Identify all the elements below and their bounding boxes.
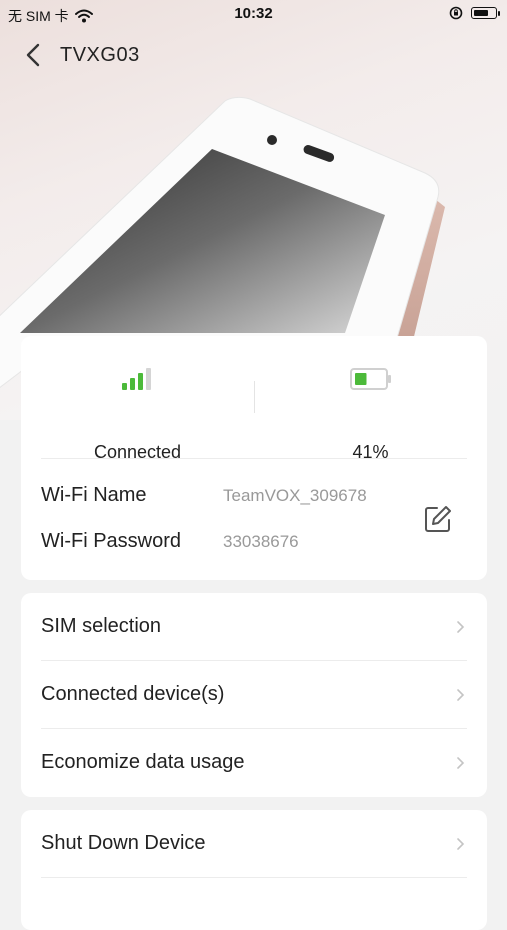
battery-label: 41% (352, 442, 389, 462)
chevron-right-icon (457, 757, 465, 769)
settings-menu: SIM selection Connected device(s) Econom… (21, 593, 487, 797)
orientation-lock-icon (449, 6, 463, 20)
page-title: TVXG03 (60, 44, 140, 66)
edit-icon (425, 506, 451, 532)
menu-item-shut-down[interactable]: Shut Down Device (21, 810, 487, 878)
chevron-right-icon (457, 621, 465, 633)
wifi-name-label: Wi-Fi Name (41, 484, 147, 506)
signal-bar (129, 378, 135, 390)
signal-bar (137, 373, 143, 390)
wifi-name-value: TeamVOX_309678 (223, 486, 367, 505)
wifi-password-label: Wi-Fi Password (41, 530, 182, 552)
signal-bar (145, 368, 151, 390)
back-button[interactable] (18, 40, 48, 70)
battery-icon (471, 7, 500, 19)
connection-status: Connected (21, 366, 254, 462)
nav-bar: TVXG03 (0, 36, 507, 76)
menu-item-economize-data[interactable]: Economize data usage (21, 729, 487, 797)
menu-item-label: Connected device(s) (41, 683, 225, 705)
menu-item-sim-selection[interactable]: SIM selection (21, 593, 487, 661)
menu-item-label: Shut Down Device (41, 832, 206, 854)
connection-label: Connected (93, 442, 182, 462)
menu-item-label: SIM selection (41, 615, 162, 637)
signal-icon (121, 368, 151, 390)
signal-bar (121, 383, 127, 390)
device-status-card: Connected 41% Wi-Fi Name TeamVOX_309678 … (21, 336, 487, 580)
card-divider (41, 458, 467, 459)
menu-item-label: Economize data usage (41, 751, 245, 773)
row-divider (41, 877, 467, 878)
status-time: 10:32 (234, 5, 273, 22)
back-chevron-icon (26, 43, 40, 67)
status-right (449, 6, 500, 20)
edit-wifi-button[interactable] (423, 504, 453, 534)
battery-level-icon (349, 368, 391, 390)
power-menu: Shut Down Device (21, 810, 487, 930)
chevron-right-icon (457, 838, 465, 850)
battery-status: 41% (254, 366, 487, 462)
chevron-right-icon (457, 689, 465, 701)
status-bar: 无 SIM 卡 10:32 (0, 0, 507, 30)
menu-item-connected-devices[interactable]: Connected device(s) (21, 661, 487, 729)
wifi-password-value: 33038676 (223, 532, 299, 551)
battery-fill (354, 373, 366, 385)
